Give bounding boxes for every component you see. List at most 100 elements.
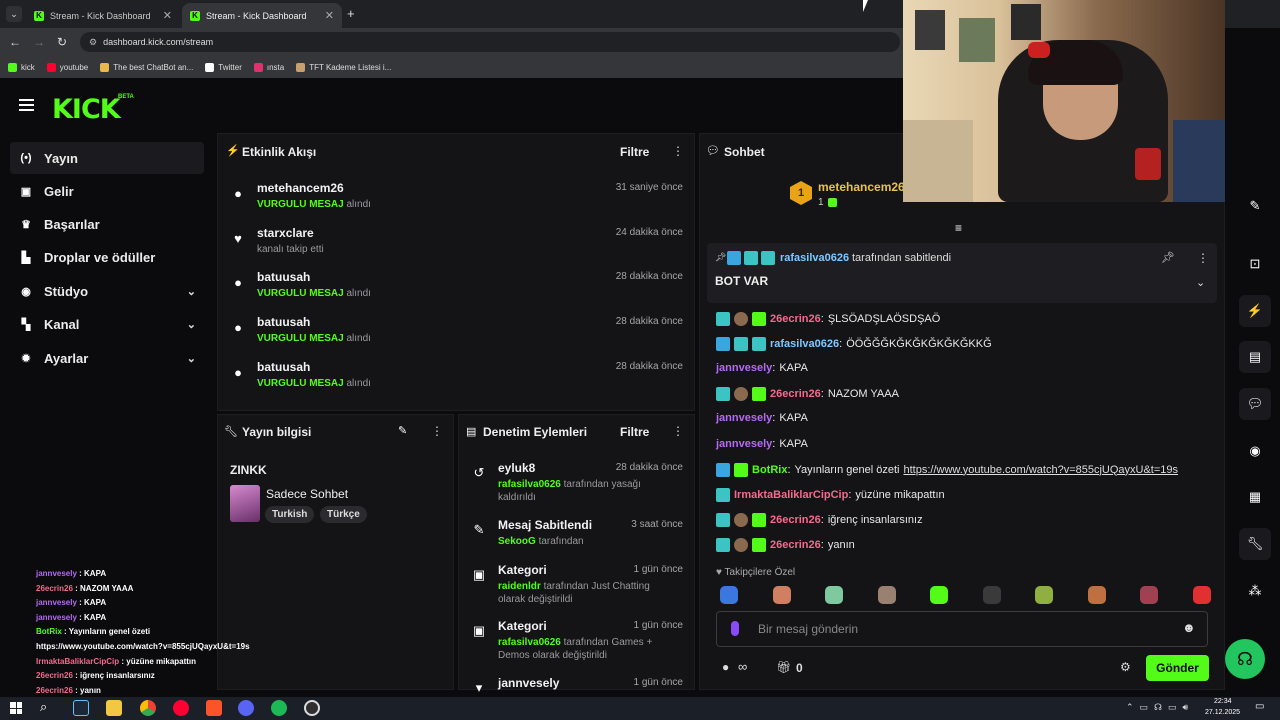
unpin-icon[interactable]: 📌︎: [1161, 251, 1175, 264]
emote-icon[interactable]: [930, 586, 948, 604]
moderation-item-user[interactable]: raidenldr: [498, 581, 541, 592]
obs-icon[interactable]: [304, 700, 320, 716]
activity-more-icon[interactable]: ⋮: [672, 144, 684, 158]
kick-logo[interactable]: KICK: [52, 94, 121, 125]
event-username[interactable]: batuusah: [257, 315, 310, 329]
gift-box-icon[interactable]: 🎁︎: [776, 660, 791, 674]
sidebar-item-6[interactable]: ▚ Kanal ⌄: [10, 308, 204, 340]
bookmark-item[interactable]: TFT Kademe Listesi i...: [296, 62, 391, 72]
sidebar-item-1[interactable]: (•) Yayın: [10, 142, 204, 174]
chat-username[interactable]: jannvesely: [716, 438, 772, 450]
expand-pinned-icon[interactable]: ⌄: [1196, 276, 1205, 289]
stream-info-more-icon[interactable]: ⋮: [431, 424, 443, 438]
event-username[interactable]: batuusah: [257, 360, 310, 374]
chat-username[interactable]: jannvesely: [716, 362, 772, 374]
brave-icon[interactable]: [206, 700, 222, 716]
url-field[interactable]: ⚙ dashboard.kick.com/stream: [80, 32, 900, 52]
windows-start-icon[interactable]: [10, 702, 22, 714]
chevron-down-icon[interactable]: ⌄: [187, 318, 196, 331]
sidebar-item-5[interactable]: ◉ Stüdyo ⌄: [10, 275, 204, 307]
channel-points-icon[interactable]: ●: [722, 660, 729, 674]
moderation-item-title[interactable]: eyluk8: [498, 461, 535, 475]
emote-icon[interactable]: [982, 586, 1001, 604]
bookmark-item[interactable]: youtube: [46, 62, 88, 72]
moderation-item-user[interactable]: SekooG: [498, 536, 536, 547]
emoji-picker-icon[interactable]: ☻: [1182, 620, 1196, 635]
rail-layout-icon[interactable]: ▦: [1239, 481, 1271, 513]
bookmark-item[interactable]: kick: [8, 62, 35, 72]
moderation-more-icon[interactable]: ⋮: [672, 424, 684, 438]
emote-icon[interactable]: [1192, 586, 1211, 604]
chat-settings-icon[interactable]: ⚙: [1120, 660, 1131, 674]
event-username[interactable]: metehancem26: [257, 181, 344, 195]
emote-icon[interactable]: [720, 586, 738, 604]
bookmark-item[interactable]: Twitter: [205, 62, 242, 72]
event-username[interactable]: starxclare: [257, 226, 314, 240]
bookmark-item[interactable]: ınsta: [253, 62, 284, 72]
system-tray[interactable]: ⌃▭☊▭🔊︎: [1126, 702, 1194, 713]
chat-username[interactable]: 26ecrin26: [770, 313, 821, 325]
chat-username[interactable]: BotRix: [752, 464, 787, 476]
support-chat-button[interactable]: ☊: [1225, 639, 1265, 679]
tag-chip[interactable]: Türkçe: [320, 506, 367, 523]
rail-broadcast-icon[interactable]: ◉: [1239, 435, 1271, 467]
chevron-down-icon[interactable]: ⌄: [187, 352, 196, 365]
discord-icon[interactable]: [238, 700, 254, 716]
emote-icon[interactable]: [1035, 586, 1053, 604]
send-button[interactable]: Gönder: [1146, 655, 1209, 681]
top-gifter-name[interactable]: metehancem26: [818, 180, 905, 194]
rail-screenshot-icon[interactable]: ⊡: [1239, 248, 1271, 280]
rail-chat-icon[interactable]: 💬︎: [1239, 388, 1271, 420]
category-name[interactable]: Sadece Sohbet: [266, 487, 348, 501]
pinned-by-user[interactable]: rafasilva0626: [780, 252, 849, 264]
browser-tab-1[interactable]: K Stream - Kick Dashboard ✕: [26, 3, 180, 28]
tab-list-dropdown[interactable]: ⌄: [6, 6, 22, 22]
back-icon[interactable]: ←: [9, 35, 21, 49]
collapse-gifters-icon[interactable]: ≡: [955, 221, 962, 235]
edit-pencil-icon[interactable]: ✎: [398, 424, 407, 437]
chat-username[interactable]: 26ecrin26: [770, 388, 821, 400]
hamburger-menu-icon[interactable]: [19, 99, 34, 111]
chat-username[interactable]: IrmaktaBaliklarCipCip: [734, 489, 848, 501]
moderation-item-user[interactable]: rafasilva0626: [498, 479, 561, 490]
moderation-item-title[interactable]: jannvesely: [498, 676, 559, 690]
rail-lightning-icon[interactable]: ⚡: [1239, 295, 1271, 327]
forward-icon[interactable]: →: [33, 35, 45, 49]
event-username[interactable]: batuusah: [257, 270, 310, 284]
emote-icon[interactable]: [772, 586, 791, 604]
sidebar-item-4[interactable]: ▙ Droplar ve ödüller: [10, 241, 204, 273]
emote-icon[interactable]: [1140, 586, 1158, 604]
close-tab-icon[interactable]: ✕: [163, 9, 172, 22]
spotify-icon[interactable]: [271, 700, 287, 716]
chrome-icon[interactable]: [140, 700, 156, 716]
chat-link[interactable]: https://www.youtube.com/watch?v=855cjUQa…: [904, 464, 1179, 476]
bookmark-item[interactable]: The best ChatBot an...: [100, 62, 193, 72]
search-icon[interactable]: ⌕: [40, 699, 47, 715]
pinned-more-icon[interactable]: ⋮: [1197, 251, 1209, 265]
chevron-down-icon[interactable]: ⌄: [187, 285, 196, 298]
sidebar-item-3[interactable]: ♛ Başarılar: [10, 208, 204, 240]
tag-chip[interactable]: Turkish: [265, 506, 315, 523]
moderation-item-user[interactable]: rafasilva0626: [498, 637, 561, 648]
notification-icon[interactable]: ▭: [1255, 701, 1264, 712]
rail-wrench-icon[interactable]: 🔧︎: [1239, 528, 1271, 560]
reload-icon[interactable]: ↻: [57, 35, 67, 49]
file-explorer-icon[interactable]: [106, 700, 122, 716]
new-tab-button[interactable]: +: [347, 6, 355, 21]
mic-icon[interactable]: [731, 621, 739, 636]
rail-edit-icon[interactable]: ✎: [1239, 190, 1271, 222]
site-info-icon[interactable]: ⚙: [89, 37, 97, 48]
rail-dots-icon[interactable]: ⁂: [1239, 575, 1271, 607]
emote-icon[interactable]: [1087, 586, 1106, 604]
steam-icon[interactable]: [73, 700, 89, 716]
sidebar-item-2[interactable]: ▣ Gelir: [10, 175, 204, 207]
emote-icon[interactable]: [877, 586, 896, 604]
moderation-item-title[interactable]: Mesaj Sabitlendi: [498, 518, 592, 532]
chat-username[interactable]: 26ecrin26: [770, 539, 821, 551]
activity-filter-button[interactable]: Filtre: [620, 145, 649, 159]
close-tab-icon[interactable]: ✕: [325, 9, 334, 22]
chat-username[interactable]: jannvesely: [716, 412, 772, 424]
browser-tab-2[interactable]: K Stream - Kick Dashboard ✕: [182, 3, 342, 28]
rail-clipboard-icon[interactable]: ▤: [1239, 341, 1271, 373]
chat-username[interactable]: 26ecrin26: [770, 514, 821, 526]
